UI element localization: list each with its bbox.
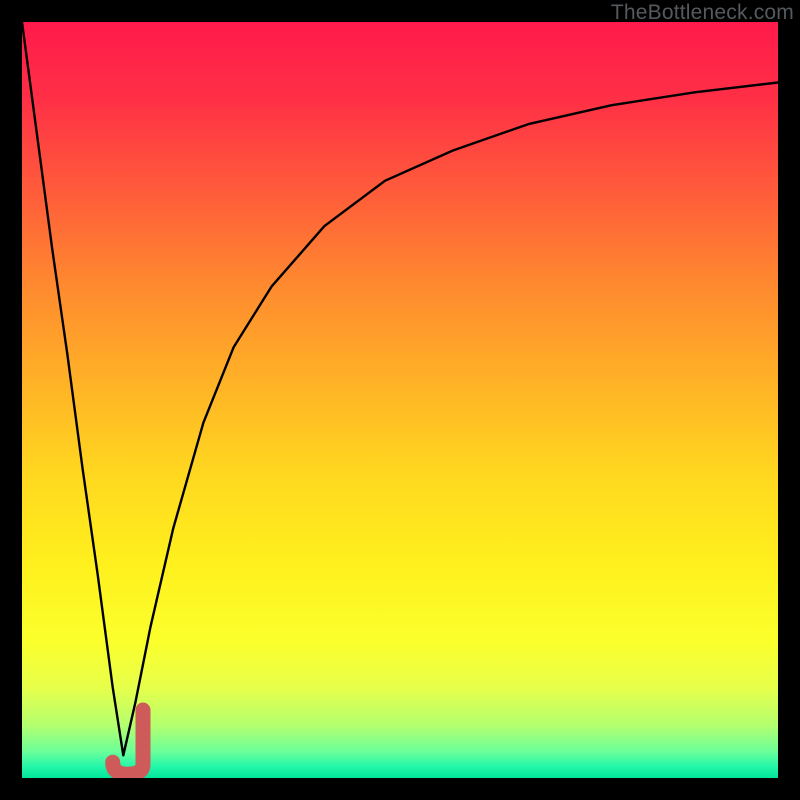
chart-frame: TheBottleneck.com <box>0 0 800 800</box>
watermark: TheBottleneck.com <box>611 1 794 25</box>
bottleneck-curve <box>22 22 778 755</box>
curve-layer <box>22 22 778 778</box>
plot-area <box>22 22 778 778</box>
